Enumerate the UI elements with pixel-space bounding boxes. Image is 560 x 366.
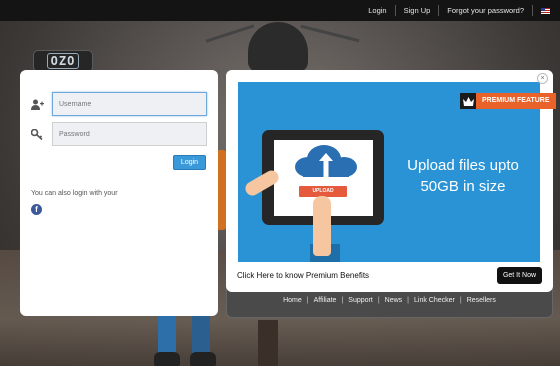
footer-link-home[interactable]: Home	[278, 297, 307, 304]
top-bar: Login Sign Up Forgot your password?	[0, 0, 560, 21]
signup-link[interactable]: Sign Up	[396, 0, 439, 21]
get-it-now-button[interactable]: Get It Now	[497, 267, 542, 284]
logo-text: OZO	[46, 53, 80, 69]
login-card: Login You can also login with your f	[20, 70, 218, 316]
premium-feature-label: PREMIUM FEATURE	[476, 93, 556, 109]
social-login-text: You can also login with your	[31, 190, 118, 197]
footer-link-news[interactable]: News	[380, 297, 408, 304]
cloud-icon	[295, 145, 357, 177]
top-nav: Login Sign Up Forgot your password?	[360, 0, 560, 21]
background-decoration	[258, 320, 278, 366]
footer-link-link-checker[interactable]: Link Checker	[409, 297, 460, 304]
site-logo[interactable]: OZO	[33, 50, 93, 72]
password-row	[30, 122, 207, 146]
footer-link-support[interactable]: Support	[343, 297, 378, 304]
close-icon[interactable]: ×	[537, 73, 548, 84]
username-input[interactable]	[52, 92, 207, 116]
key-icon	[30, 128, 44, 140]
us-flag-icon[interactable]	[541, 7, 550, 14]
premium-benefits-link[interactable]: Click Here to know Premium Benefits	[237, 271, 369, 280]
banner-headline-line2: 50GB in size	[420, 178, 506, 195]
login-link[interactable]: Login	[360, 0, 394, 21]
background-figure-legs	[150, 310, 230, 366]
forgot-password-link[interactable]: Forgot your password?	[439, 0, 532, 21]
banner-headline-line1: Upload files upto	[407, 157, 519, 174]
facebook-icon[interactable]: f	[31, 204, 42, 215]
divider	[532, 5, 533, 16]
banner-headline: Upload files upto 50GB in size	[378, 155, 548, 197]
footer-link-affiliate[interactable]: Affiliate	[309, 297, 342, 304]
footer-link-resellers[interactable]: Resellers	[462, 297, 501, 304]
login-button[interactable]: Login	[173, 155, 206, 170]
crown-icon	[460, 93, 476, 109]
add-user-icon	[30, 98, 44, 110]
username-row	[30, 92, 207, 116]
premium-feature-badge: PREMIUM FEATURE	[460, 93, 556, 109]
pointing-hand-illustration	[313, 196, 331, 256]
footer-nav: Home | Affiliate | Support | News | Link…	[226, 297, 553, 304]
password-input[interactable]	[52, 122, 207, 146]
